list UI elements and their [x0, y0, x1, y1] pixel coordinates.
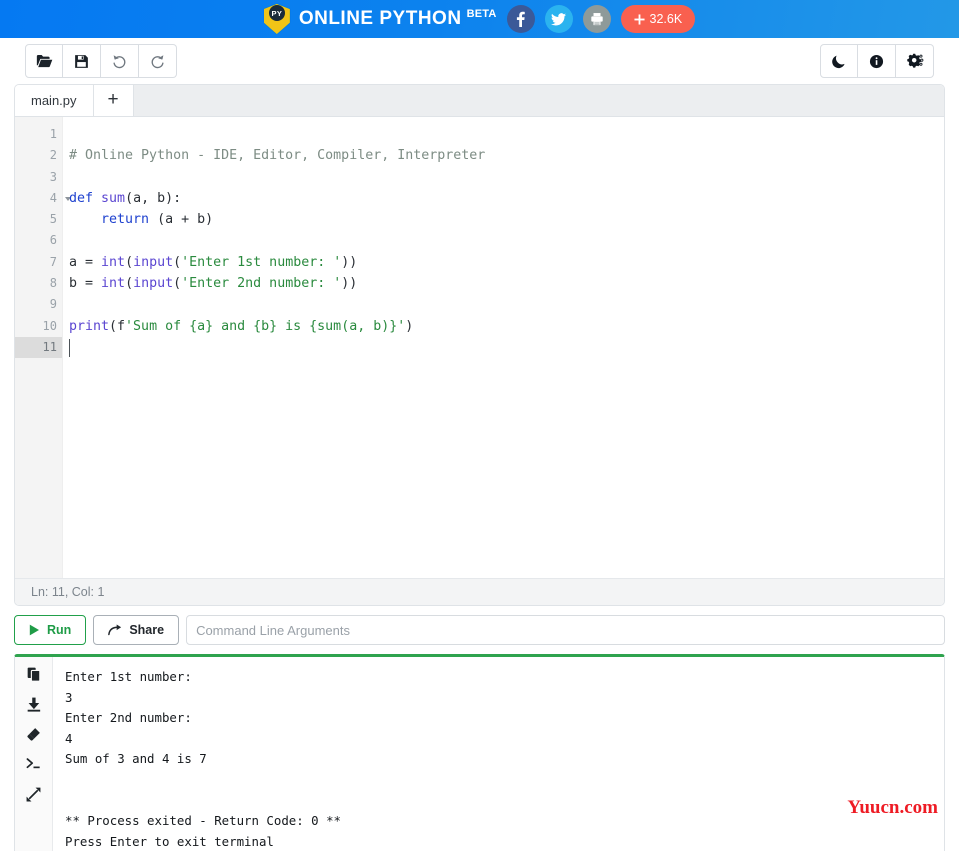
add-file-tab-button[interactable]: +	[93, 85, 134, 116]
settings-button[interactable]	[896, 44, 934, 78]
copy-icon	[27, 667, 40, 682]
line-number-3: 3	[49, 169, 57, 184]
terminal-button[interactable]	[22, 754, 46, 774]
run-button-label: Run	[47, 623, 72, 637]
save-floppy-icon	[75, 54, 88, 68]
moon-icon	[832, 55, 845, 69]
code-line: # Online Python - IDE, Editor, Compiler,…	[69, 148, 486, 164]
expand-arrows-icon	[26, 787, 41, 801]
line-number-1: 1	[49, 127, 57, 141]
line-number-8: 8	[49, 276, 57, 291]
code-line: print(f'Sum of {a} and {b} is {sum(a, b)…	[69, 318, 414, 334]
print-page-button[interactable]	[582, 5, 611, 33]
cursor-position-label: Ln: 11, Col: 1	[31, 585, 105, 599]
gears-icon	[906, 53, 923, 68]
output-panel: Enter 1st number: 3 Enter 2nd number: 4 …	[14, 654, 945, 851]
editor-card: main.py + 1 2 3 4 5 6 7 8 9 10 11 # Online Python …	[14, 84, 945, 606]
print-icon	[590, 13, 603, 26]
brand-group: PY ONLINE PYTHON BETA	[263, 4, 497, 34]
editor-toolbar	[0, 38, 959, 84]
undo-button[interactable]	[101, 44, 139, 78]
output-tools-sidebar	[15, 657, 53, 851]
file-tab-strip: main.py +	[15, 85, 944, 117]
share-button-label: Share	[129, 623, 165, 637]
text-caret	[69, 339, 70, 357]
run-button[interactable]: Run	[14, 615, 87, 645]
folder-open-icon	[36, 55, 52, 68]
dark-mode-button[interactable]	[820, 44, 858, 78]
open-file-button[interactable]	[25, 44, 63, 78]
line-number-10: 10	[42, 318, 57, 333]
line-number-5: 5	[49, 212, 57, 227]
info-icon	[869, 54, 884, 68]
followers-count-label: 32.6K	[649, 12, 683, 26]
code-line: a = int(input('Enter 1st number: '))	[69, 254, 358, 270]
line-number-7: 7	[49, 254, 57, 269]
editor-status-bar: Ln: 11, Col: 1	[15, 578, 944, 605]
code-line: def sum(a, b):	[69, 190, 182, 206]
followers-count-button[interactable]: 32.6K	[620, 5, 696, 33]
undo-icon	[113, 54, 126, 68]
logo-badge-label: PY	[268, 5, 285, 21]
download-icon	[27, 697, 40, 712]
share-button[interactable]: Share	[93, 615, 180, 645]
play-triangle-icon	[29, 624, 39, 636]
file-tab-main-py[interactable]: main.py	[15, 85, 94, 116]
twitter-share-button[interactable]	[544, 5, 573, 33]
eraser-icon	[27, 727, 40, 741]
line-number-2: 2	[49, 148, 57, 163]
expand-output-button[interactable]	[22, 784, 46, 804]
run-toolbar: Run Share	[14, 615, 945, 645]
save-file-button[interactable]	[63, 44, 101, 78]
command-line-arguments-input[interactable]	[186, 615, 945, 645]
code-line: return (a + b)	[101, 212, 214, 228]
redo-icon	[151, 54, 164, 68]
share-arrow-icon	[108, 624, 122, 636]
terminal-prompt-icon	[26, 758, 40, 769]
view-actions-group	[820, 44, 934, 78]
line-number-9: 9	[49, 297, 57, 312]
info-button[interactable]	[858, 44, 896, 78]
output-console-text[interactable]: Enter 1st number: 3 Enter 2nd number: 4 …	[53, 657, 944, 851]
twitter-icon	[551, 12, 566, 25]
python-shield-logo-icon: PY	[263, 4, 290, 34]
code-content[interactable]: # Online Python - IDE, Editor, Compiler,…	[63, 117, 944, 578]
line-number-4: 4	[15, 188, 71, 209]
code-editor[interactable]: 1 2 3 4 5 6 7 8 9 10 11 # Online Python - IDE, Edi…	[15, 117, 944, 578]
file-actions-group	[25, 44, 177, 78]
line-number-gutter: 1 2 3 4 5 6 7 8 9 10 11	[15, 117, 71, 578]
copy-output-button[interactable]	[22, 664, 46, 684]
brand-title: ONLINE PYTHON	[298, 8, 462, 29]
facebook-icon	[516, 11, 525, 27]
redo-button[interactable]	[139, 44, 177, 78]
app-header: PY ONLINE PYTHON BETA 32.6K	[0, 0, 959, 38]
line-number-11: 11	[15, 336, 62, 359]
line-number-6: 6	[49, 233, 57, 248]
clear-output-button[interactable]	[22, 724, 46, 744]
facebook-share-button[interactable]	[506, 5, 535, 33]
plus-icon	[633, 13, 645, 25]
code-line: b = int(input('Enter 2nd number: '))	[69, 276, 358, 292]
download-output-button[interactable]	[22, 694, 46, 714]
beta-badge: BETA	[466, 8, 497, 20]
